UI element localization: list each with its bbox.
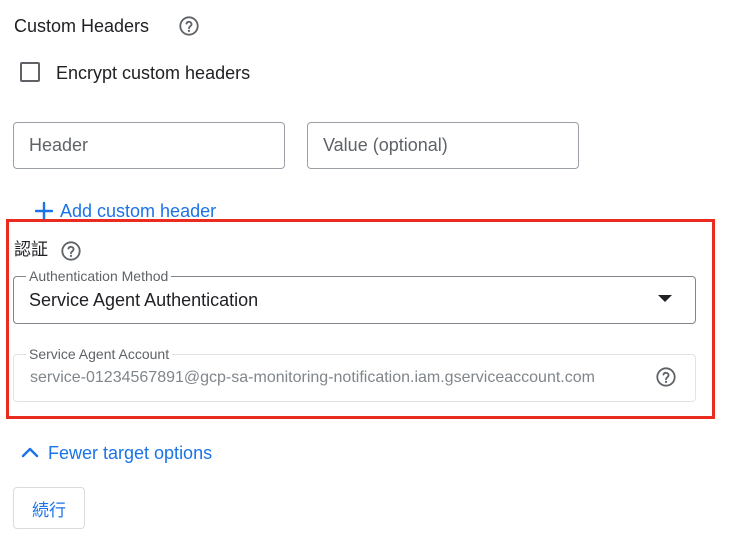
- chevron-up-icon: [20, 443, 40, 463]
- encrypt-custom-headers-checkbox[interactable]: [20, 62, 40, 82]
- encrypt-custom-headers-label[interactable]: Encrypt custom headers: [56, 61, 250, 85]
- header-value-input[interactable]: [307, 122, 579, 169]
- header-input[interactable]: [13, 122, 285, 169]
- continue-button[interactable]: 続行: [13, 487, 85, 529]
- plus-icon: [34, 201, 54, 221]
- custom-headers-section-title: Custom Headers: [14, 14, 149, 38]
- highlight-box: [6, 219, 715, 419]
- help-circle-icon[interactable]: [178, 15, 200, 37]
- fewer-target-options-button[interactable]: Fewer target options: [20, 440, 212, 466]
- fewer-target-options-label: Fewer target options: [48, 442, 213, 463]
- custom-headers-title: Custom Headers: [14, 16, 150, 36]
